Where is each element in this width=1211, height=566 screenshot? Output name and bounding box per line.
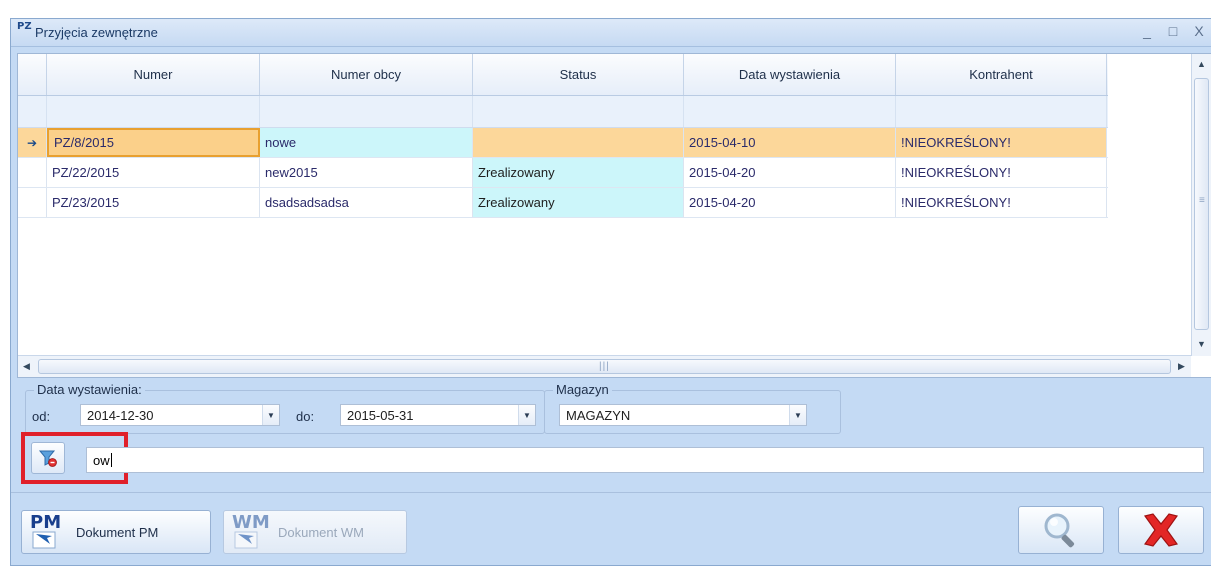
row-indicator-arrow-icon: ➔ [18,128,47,157]
date-from-value: 2014-12-30 [87,407,154,423]
dokument-wm-label: Dokument WM [278,524,364,540]
do-label: do: [296,409,315,424]
cell-numer-obcy[interactable]: nowe [260,128,473,157]
magnifier-icon [1044,513,1075,548]
chevron-down-icon[interactable]: ▼ [789,405,806,425]
filter-cell-numer[interactable] [47,96,260,127]
filter-cell-status[interactable] [473,96,684,127]
chevron-down-icon[interactable]: ▼ [262,405,279,425]
column-header-status[interactable]: Status [473,54,684,95]
column-header-kontrahent[interactable]: Kontrahent [896,54,1107,95]
window-title: Przyjęcia zewnętrzne [35,25,158,40]
column-header-numer[interactable]: Numer [47,54,260,95]
date-group-label: Data wystawienia: [34,382,145,397]
cell-numer[interactable]: PZ/22/2015 [47,158,260,187]
cell-status[interactable]: Zrealizowany [473,188,684,217]
search-button[interactable] [1018,506,1104,554]
column-header-data-wystawienia[interactable]: Data wystawienia [684,54,896,95]
scroll-down-arrow-icon[interactable]: ▼ [1197,339,1206,349]
row-indicator [18,188,47,217]
window: PZ Przyjęcia zewnętrzne _ □ X Numer Nume… [10,18,1211,566]
grip-icon: ≡ [1199,195,1205,206]
date-to-value: 2015-05-31 [347,407,414,423]
minimize-button[interactable]: _ [1141,23,1153,39]
filter-cell [18,96,47,127]
date-from-combo[interactable]: 2014-12-30 ▼ [80,404,280,426]
cell-status[interactable] [473,128,684,157]
table-row[interactable]: ➔ PZ/8/2015 nowe 2015-04-10 !NIEOKREŚLON… [18,128,1108,158]
vertical-scrollbar[interactable]: ▲ ≡ ▼ [1191,54,1211,356]
dokument-wm-button[interactable]: WM Dokument WM [223,510,407,554]
dokument-pm-label: Dokument PM [76,524,159,540]
vertical-scroll-thumb[interactable]: ≡ [1194,78,1209,330]
scroll-right-arrow-icon[interactable]: ▶ [1178,361,1185,372]
cell-kontrahent[interactable]: !NIEOKREŚLONY! [896,128,1107,157]
cell-numer-obcy[interactable]: dsadsadsadsa [260,188,473,217]
window-controls: _ □ X [1141,23,1205,39]
cell-numer[interactable]: PZ/23/2015 [47,188,260,217]
search-input[interactable]: ow [86,447,1204,473]
chevron-down-icon[interactable]: ▼ [518,405,535,425]
magazyn-value: MAGAZYN [566,407,631,423]
date-to-combo[interactable]: 2015-05-31 ▼ [340,404,536,426]
column-header-numer-obcy[interactable]: Numer obcy [260,54,473,95]
od-label: od: [32,409,51,424]
close-window-button[interactable]: X [1193,23,1205,39]
cell-data-wystawienia[interactable]: 2015-04-20 [684,188,896,217]
grid-rows: ➔ PZ/8/2015 nowe 2015-04-10 !NIEOKREŚLON… [18,128,1108,218]
pz-app-icon: PZ [17,21,32,32]
documents-grid[interactable]: Numer Numer obcy Status Data wystawienia… [17,53,1211,378]
cell-kontrahent[interactable]: !NIEOKREŚLONY! [896,188,1107,217]
funnel-clear-icon [38,450,57,467]
filter-cell-kontrahent[interactable] [896,96,1107,127]
grip-icon: ||| [599,361,610,372]
cell-data-wystawienia[interactable]: 2015-04-10 [684,128,896,157]
text-caret [110,453,112,467]
magazyn-group-label: Magazyn [553,382,612,397]
maximize-button[interactable]: □ [1167,23,1179,39]
row-indicator-header [18,54,47,95]
cell-numer-obcy[interactable]: new2015 [260,158,473,187]
arrow-icon [32,531,56,549]
scroll-left-arrow-icon[interactable]: ◀ [23,361,30,372]
filter-cell-data[interactable] [684,96,896,127]
grid-auto-filter-row[interactable] [18,96,1108,128]
date-range-group: Data wystawienia: od: 2014-12-30 ▼ do: 2… [25,382,545,434]
magazyn-combo[interactable]: MAGAZYN ▼ [559,404,807,426]
wm-document-icon: WM [232,514,272,550]
cell-data-wystawienia[interactable]: 2015-04-20 [684,158,896,187]
row-indicator [18,158,47,187]
scroll-up-arrow-icon[interactable]: ▲ [1197,59,1206,69]
cell-numer[interactable]: PZ/8/2015 [47,128,260,157]
magazyn-group: Magazyn MAGAZYN ▼ [544,382,841,434]
cancel-button[interactable] [1118,506,1204,554]
cell-kontrahent[interactable]: !NIEOKREŚLONY! [896,158,1107,187]
cell-status[interactable]: Zrealizowany [473,158,684,187]
filter-cell-numer-obcy[interactable] [260,96,473,127]
close-icon [1143,513,1179,547]
horizontal-scroll-thumb[interactable]: ||| [38,359,1171,374]
clear-filter-button[interactable] [31,442,65,474]
table-row[interactable]: PZ/23/2015 dsadsadsadsa Zrealizowany 201… [18,188,1108,218]
arrow-icon [234,531,258,549]
dokument-pm-button[interactable]: PM Dokument PM [21,510,211,554]
grid-header: Numer Numer obcy Status Data wystawienia… [18,54,1108,96]
title-bar: PZ Przyjęcia zewnętrzne _ □ X [11,19,1211,47]
divider [11,492,1211,493]
pm-document-icon: PM [30,514,70,550]
horizontal-scrollbar[interactable]: ◀ ||| ▶ [18,355,1191,377]
table-row[interactable]: PZ/22/2015 new2015 Zrealizowany 2015-04-… [18,158,1108,188]
search-input-value: ow [93,452,110,468]
